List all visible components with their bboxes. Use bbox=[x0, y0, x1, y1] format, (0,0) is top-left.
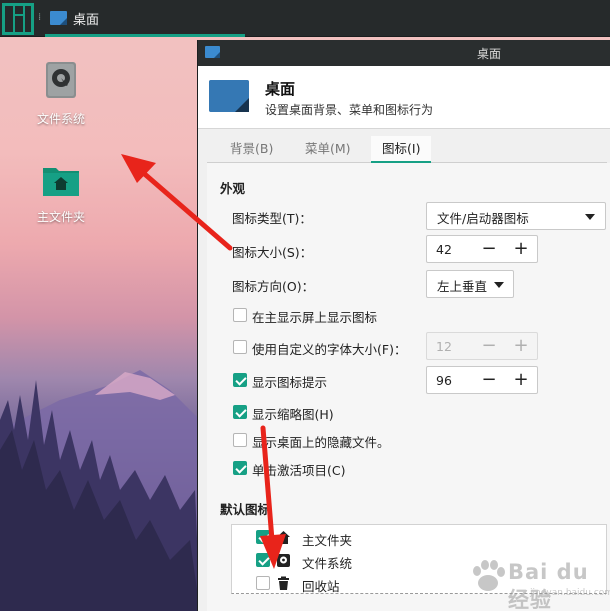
minus-icon[interactable]: − bbox=[475, 333, 503, 359]
font-size-value: 12 bbox=[436, 339, 452, 354]
header-subtitle: 设置桌面背景、菜单和图标行为 bbox=[265, 103, 434, 117]
checkbox-box[interactable] bbox=[233, 433, 247, 447]
appearance-section-title: 外观 bbox=[220, 181, 246, 196]
trash-icon bbox=[276, 576, 291, 591]
minus-icon[interactable]: − bbox=[475, 367, 503, 393]
plus-icon[interactable]: + bbox=[507, 333, 535, 359]
home-icon bbox=[276, 530, 291, 545]
icon-orientation-select[interactable]: 左上垂直 bbox=[426, 270, 514, 298]
icon-type-label: 图标类型(T)： bbox=[232, 211, 312, 226]
watermark-subtext: jingyan.baidu.com bbox=[530, 588, 610, 598]
checkbox-label: 使用自定义的字体大小(F)： bbox=[252, 342, 407, 357]
icon-orientation-label: 图标方向(O)： bbox=[232, 279, 315, 294]
font-size-spinner[interactable]: 12 − + bbox=[426, 332, 538, 360]
desktop-icon-home[interactable]: 主文件夹 bbox=[21, 162, 101, 225]
checkbox-label: 显示缩略图(H) bbox=[252, 407, 334, 422]
checkbox-box[interactable] bbox=[233, 461, 247, 475]
checkbox-label: 单击激活项目(C) bbox=[252, 463, 346, 478]
plus-icon[interactable]: + bbox=[507, 367, 535, 393]
checkbox-label: 显示图标提示 bbox=[252, 375, 328, 390]
baidu-watermark: Bai du 经验 jingyan.baidu.com bbox=[468, 550, 610, 611]
tab-bar: 背景(B) 菜单(M) 图标(I) bbox=[207, 136, 607, 163]
list-item-label: 回收站 bbox=[302, 579, 340, 594]
tooltip-size-spinner[interactable]: 96 − + bbox=[426, 366, 538, 394]
drive-icon bbox=[276, 553, 291, 568]
icon-type-select[interactable]: 文件/启动器图标 bbox=[426, 202, 606, 230]
home-folder-icon bbox=[43, 168, 79, 196]
manjaro-menu-icon[interactable] bbox=[2, 3, 34, 35]
desktop-icon-label: 主文件夹 bbox=[36, 210, 85, 224]
window-title: 桌面 bbox=[476, 47, 501, 61]
checkbox-box[interactable] bbox=[256, 553, 270, 567]
checkbox-label: 显示桌面上的隐藏文件。 bbox=[252, 435, 390, 450]
top-panel: ⁞ 桌面 bbox=[0, 0, 610, 37]
dropdown-arrow-icon bbox=[494, 282, 504, 288]
list-item-label: 主文件夹 bbox=[302, 533, 353, 548]
checkbox-box[interactable] bbox=[256, 576, 270, 590]
checkbox-box[interactable] bbox=[233, 308, 247, 322]
window-titlebar[interactable]: 桌面 bbox=[198, 40, 610, 66]
checkbox-box[interactable] bbox=[256, 530, 270, 544]
icon-type-value: 文件/启动器图标 bbox=[437, 211, 529, 226]
icon-size-spinner[interactable]: 42 − + bbox=[426, 235, 538, 263]
checkbox-box[interactable] bbox=[233, 340, 247, 354]
desktop-icon-filesystem[interactable]: 文件系统 bbox=[21, 60, 101, 127]
tab-icons[interactable]: 图标(I) bbox=[371, 136, 432, 163]
desktop-settings-large-icon bbox=[209, 80, 249, 112]
taskbar-window-title: 桌面 bbox=[73, 13, 100, 28]
default-icons-section-title: 默认图标 bbox=[220, 502, 271, 517]
panel-separator-icon: ⁞ bbox=[38, 12, 42, 23]
checkbox-box[interactable] bbox=[233, 405, 247, 419]
active-indicator bbox=[45, 34, 245, 37]
list-item[interactable]: 主文件夹 bbox=[256, 527, 596, 549]
checkbox-label: 在主显示屏上显示图标 bbox=[252, 310, 378, 325]
tab-background[interactable]: 背景(B) bbox=[219, 136, 284, 163]
paw-icon bbox=[473, 560, 505, 591]
plus-icon[interactable]: + bbox=[507, 236, 535, 262]
dialog-header: 桌面 设置桌面背景、菜单和图标行为 bbox=[198, 66, 610, 129]
icon-size-label: 图标大小(S)： bbox=[232, 245, 313, 260]
minus-icon[interactable]: − bbox=[475, 236, 503, 262]
tab-menu[interactable]: 菜单(M) bbox=[294, 136, 362, 163]
checkbox-box[interactable] bbox=[233, 373, 247, 387]
desktop-icon-label: 文件系统 bbox=[36, 112, 85, 126]
drive-icon bbox=[46, 62, 76, 98]
desktop-settings-icon bbox=[50, 11, 67, 25]
dropdown-arrow-icon bbox=[585, 214, 595, 220]
taskbar-window-button[interactable]: 桌面 bbox=[45, 0, 245, 37]
list-item-label: 文件系统 bbox=[302, 556, 353, 571]
icon-orientation-value: 左上垂直 bbox=[437, 279, 488, 294]
header-title: 桌面 bbox=[265, 80, 296, 98]
icon-size-value: 42 bbox=[436, 242, 452, 257]
tooltip-size-value: 96 bbox=[436, 373, 452, 388]
watermark-text: Bai du 经验 bbox=[508, 560, 589, 611]
